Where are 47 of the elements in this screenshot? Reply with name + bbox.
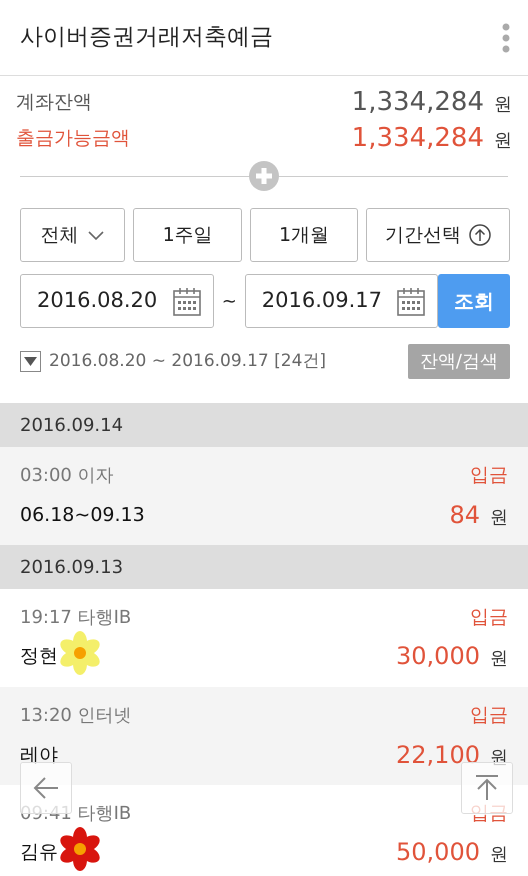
- balance-label: 출금가능금액: [16, 126, 130, 151]
- currency-unit: 원: [490, 647, 508, 671]
- transaction-type: 입금: [470, 801, 508, 826]
- transaction-memo: 레야: [20, 742, 58, 768]
- more-menu-icon[interactable]: [502, 22, 510, 52]
- range-separator: ~: [222, 290, 237, 314]
- page-title: 사이버증권거래저축예금: [20, 23, 273, 52]
- transaction-memo: 김유: [20, 840, 58, 865]
- calendar-icon[interactable]: [172, 286, 201, 316]
- calendar-icon[interactable]: [397, 286, 426, 316]
- balance-amount: 1,334,284: [352, 122, 484, 154]
- transaction-amount: 84: [449, 500, 480, 531]
- transaction-memo: 정현: [20, 644, 58, 669]
- transaction-time: 03:00 이자: [20, 464, 114, 488]
- period-select-button[interactable]: 기간선택: [366, 208, 510, 262]
- currency-unit: 원: [490, 506, 508, 530]
- transaction-memo: 06.18~09.13: [20, 502, 145, 528]
- chevron-down-icon: [86, 229, 105, 241]
- filter-dropdown[interactable]: 전체: [20, 208, 126, 262]
- transaction-amount: 30,000: [396, 641, 480, 672]
- period-button[interactable]: 1개월: [250, 208, 358, 262]
- transaction-row[interactable]: 13:20 인터넷 입금 레야 22,100 원: [0, 687, 528, 785]
- transaction-type: 입금: [470, 605, 508, 630]
- back-arrow-icon: [33, 775, 59, 801]
- balance-label: 계좌잔액: [16, 90, 92, 115]
- balance-amount: 1,334,284: [352, 86, 484, 118]
- arrow-up-circle-icon: [469, 224, 492, 246]
- transaction-row[interactable]: 19:17 타행IB 입금 정현 30,000 원: [0, 589, 528, 687]
- currency-unit: 원: [490, 746, 508, 770]
- transaction-type: 입금: [470, 703, 508, 728]
- transaction-time: 19:17 타행IB: [20, 606, 132, 630]
- transaction-row[interactable]: 03:00 이자 입금 06.18~09.13 84 원: [0, 447, 528, 545]
- date-field[interactable]: 2016.09.17: [244, 274, 438, 328]
- transaction-time: 13:20 인터넷: [20, 704, 132, 728]
- currency-unit: 원: [494, 128, 512, 152]
- scroll-top-icon: [474, 774, 500, 802]
- collapse-toggle-icon[interactable]: [20, 351, 41, 372]
- date-header: 2016.09.14: [20, 414, 124, 438]
- transaction-amount: 22,100: [396, 740, 480, 771]
- transaction-amount: 50,000: [396, 837, 480, 868]
- currency-unit: 원: [490, 843, 508, 867]
- date-field[interactable]: 2016.08.20: [20, 274, 214, 328]
- period-summary: 2016.08.20 ~ 2016.09.17 [24건]: [49, 350, 326, 373]
- transaction-type: 입금: [470, 463, 508, 488]
- currency-unit: 원: [494, 92, 512, 116]
- date-header: 2016.09.13: [20, 556, 124, 580]
- period-button[interactable]: 1주일: [133, 208, 242, 262]
